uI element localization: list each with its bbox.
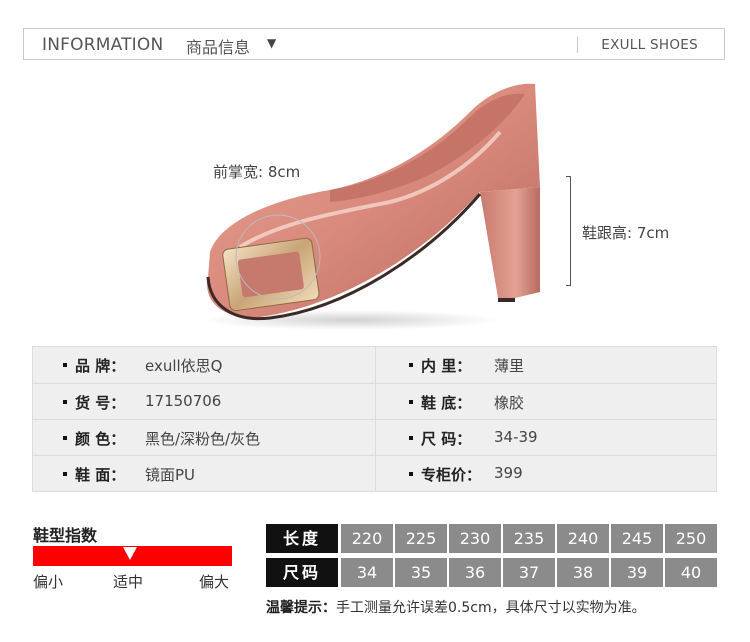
fit-index-title: 鞋型指数 xyxy=(33,526,98,545)
fit-marker-icon xyxy=(123,547,137,560)
spec-value: 黑色/深粉色/灰色 xyxy=(145,430,261,448)
spec-key: 鞋 底： xyxy=(421,394,472,412)
spec-cell-price: 专柜价： 399 xyxy=(376,456,716,492)
spec-value: 橡胶 xyxy=(494,394,525,412)
spec-row: 货 号： 17150706 鞋 底： 橡胶 xyxy=(33,383,716,420)
spec-cell-size: 尺 码： 34-39 xyxy=(376,420,716,456)
size-length-cell: 240 xyxy=(557,524,609,553)
size-length-cell: 250 xyxy=(665,524,717,553)
spec-cell-sku: 货 号： 17150706 xyxy=(33,384,373,420)
spec-cell-sole: 鞋 底： 橡胶 xyxy=(376,384,716,420)
size-note-label: 温馨提示： xyxy=(266,600,336,616)
spec-value: 399 xyxy=(494,464,523,482)
bullet-icon xyxy=(63,363,67,367)
spec-key: 内 里： xyxy=(421,357,472,375)
size-cell: 39 xyxy=(611,558,663,587)
size-length-cell: 220 xyxy=(341,524,393,553)
spec-cell-color: 颜 色： 黑色/深粉色/灰色 xyxy=(33,420,373,456)
spec-row: 颜 色： 黑色/深粉色/灰色 尺 码： 34-39 xyxy=(33,419,716,456)
size-length-cell: 245 xyxy=(611,524,663,553)
spec-table: 品 牌： exull依思Q 内 里： 薄里 货 号： 17150706 鞋 底：… xyxy=(32,346,717,492)
size-cell: 36 xyxy=(449,558,501,587)
bullet-icon xyxy=(63,400,67,404)
size-cell: 35 xyxy=(395,558,447,587)
spec-row: 品 牌： exull依思Q 内 里： 薄里 xyxy=(33,347,716,383)
bullet-icon xyxy=(409,436,413,440)
chevron-down-icon: ▼ xyxy=(267,36,277,50)
spec-cell-upper: 鞋 面： 镜面PU xyxy=(33,456,373,492)
size-cell: 38 xyxy=(557,558,609,587)
size-length-cell: 235 xyxy=(503,524,555,553)
spec-key: 货 号： xyxy=(75,394,126,412)
size-length-header: 长度 xyxy=(266,524,338,553)
heel-height-bracket xyxy=(566,176,571,286)
heel-height-label: 鞋跟高: 7cm xyxy=(582,224,670,242)
info-header-bar: INFORMATION 商品信息 ▼ EXULL SHOES xyxy=(23,28,725,60)
spec-value: 镜面PU xyxy=(145,466,196,484)
spec-key: 颜 色： xyxy=(75,430,126,448)
spec-key: 品 牌： xyxy=(75,357,126,375)
bullet-icon xyxy=(409,363,413,367)
size-size-header: 尺码 xyxy=(266,558,338,587)
spec-row: 鞋 面： 镜面PU 专柜价： 399 xyxy=(33,455,716,492)
size-length-cell: 225 xyxy=(395,524,447,553)
size-note: 温馨提示：手工测量允许误差0.5cm，具体尺寸以实物为准。 xyxy=(266,597,646,617)
spec-value: 17150706 xyxy=(145,392,222,410)
size-length-cell: 230 xyxy=(449,524,501,553)
spec-key: 专柜价： xyxy=(421,466,482,484)
header-cn-title: 商品信息 xyxy=(186,38,251,57)
bullet-icon xyxy=(409,400,413,404)
bullet-icon xyxy=(63,472,67,476)
shoe-image xyxy=(200,83,540,330)
forefoot-width-label: 前掌宽: 8cm xyxy=(213,163,301,181)
size-cell: 37 xyxy=(503,558,555,587)
spec-cell-lining: 内 里： 薄里 xyxy=(376,347,716,383)
spec-value: 34-39 xyxy=(494,428,538,446)
bullet-icon xyxy=(63,436,67,440)
spec-cell-brand: 品 牌： exull依思Q xyxy=(33,347,373,383)
size-note-text: 手工测量允许误差0.5cm，具体尺寸以实物为准。 xyxy=(336,600,646,616)
spec-key: 鞋 面： xyxy=(75,466,126,484)
size-cell: 40 xyxy=(665,558,717,587)
fit-label-small: 偏小 xyxy=(33,573,64,591)
spec-value: 薄里 xyxy=(494,357,525,375)
header-divider xyxy=(577,37,578,53)
fit-label-big: 偏大 xyxy=(199,573,230,591)
header-title: INFORMATION xyxy=(42,35,164,55)
fit-label-mid: 适中 xyxy=(113,573,144,591)
spec-key: 尺 码： xyxy=(421,430,472,448)
bullet-icon xyxy=(409,472,413,476)
spec-value: exull依思Q xyxy=(145,357,223,375)
header-brand: EXULL SHOES xyxy=(601,37,698,53)
size-cell: 34 xyxy=(341,558,393,587)
